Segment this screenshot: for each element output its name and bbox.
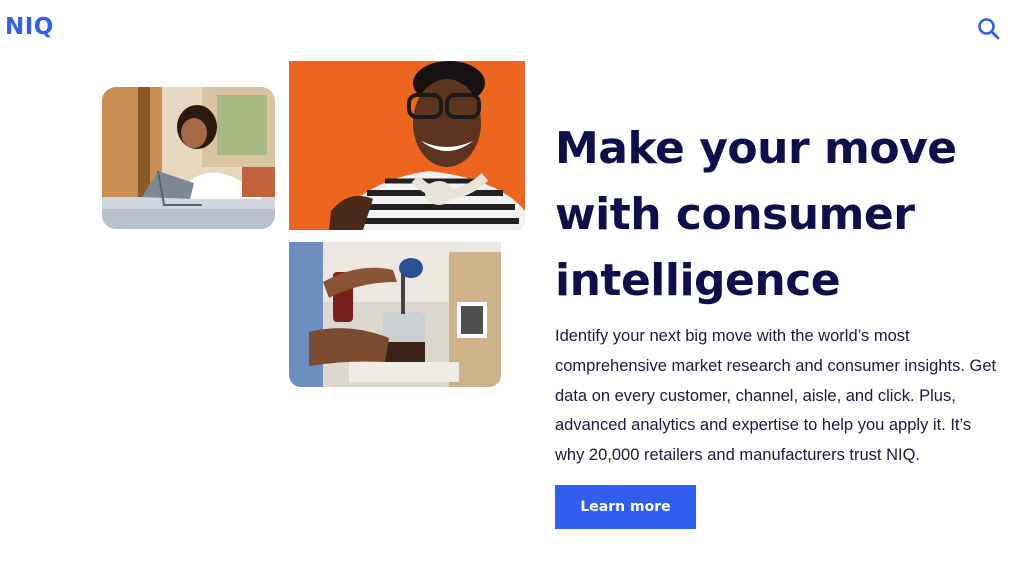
learn-more-button[interactable]: Learn more [555,485,696,529]
niq-logo[interactable]: NIQ [5,14,54,40]
coffee-press-photo [289,242,501,387]
smiling-man-photo [289,61,525,230]
woman-laptop-photo [102,87,275,229]
search-icon[interactable] [976,16,1002,42]
hero-description: Identify your next big move with the wor… [555,327,997,465]
hero-heading: Make your move with consumer intelligenc… [555,123,957,306]
